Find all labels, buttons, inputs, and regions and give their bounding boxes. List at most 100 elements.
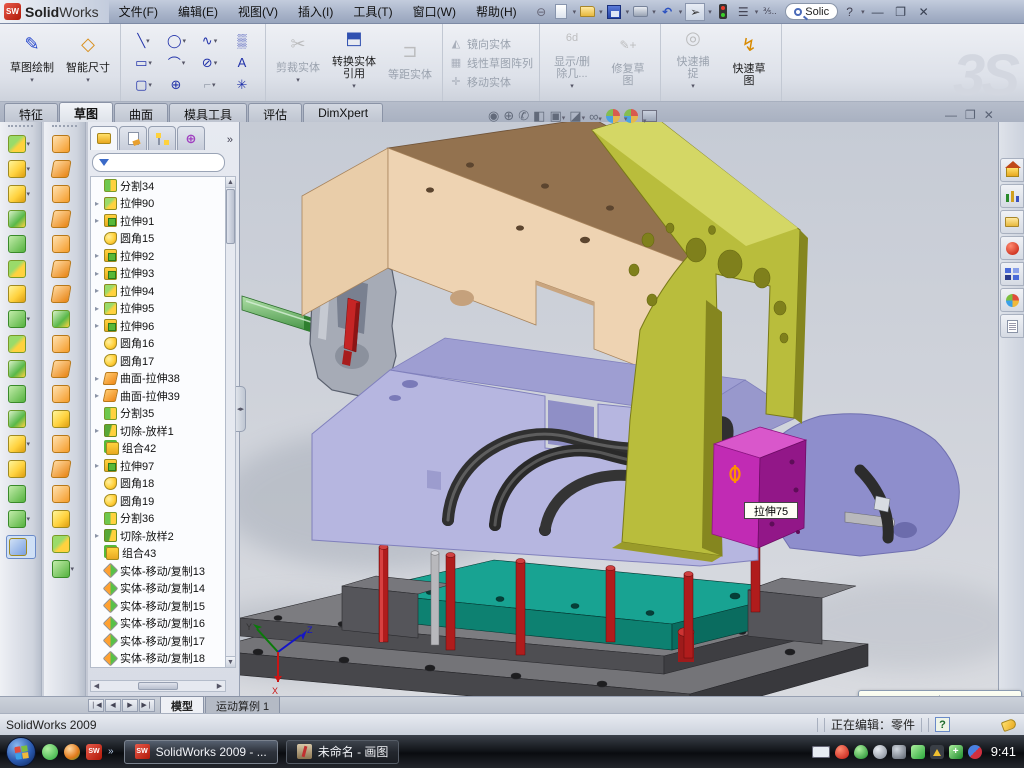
task-button[interactable]: 未命名 - 画图 [286, 740, 400, 764]
featuremanager-tab[interactable] [90, 126, 118, 150]
expand-arrow-icon[interactable]: ▸ [93, 251, 101, 260]
tree-item[interactable]: 实体-移动/复制16 [91, 615, 225, 633]
slider-block-magenta[interactable] [712, 427, 806, 548]
tree-item[interactable]: ▸ 拉伸92 [91, 247, 225, 265]
tree-item[interactable]: 组合42 [91, 440, 225, 458]
close-button[interactable]: ✕ [914, 5, 934, 19]
tree-item[interactable]: 圆角16 [91, 335, 225, 353]
quick-snaps-button[interactable]: ◎ 快速捕 捉▾ [667, 32, 719, 93]
sketch-entity-icon[interactable]: ✳ [226, 74, 259, 96]
command-tab[interactable]: 草图 [59, 102, 113, 122]
quick-launch-icon[interactable] [42, 744, 58, 760]
instant3d-icon[interactable] [6, 535, 36, 559]
expand-arrow-icon[interactable]: ▸ [93, 531, 101, 540]
panel-splitter-handle[interactable]: ◂▸ [236, 386, 246, 432]
surface-tool-icon[interactable] [52, 410, 78, 428]
surface-tool-icon[interactable] [52, 485, 78, 503]
tree-item[interactable]: ▸ 切除-放样2 [91, 527, 225, 545]
command-tab[interactable]: DimXpert [303, 103, 383, 122]
sketch-button[interactable]: ✎ 草图绘制▾ [6, 38, 58, 87]
expand-arrow-icon[interactable]: ▸ [93, 374, 101, 383]
tree-item[interactable]: ▸ 曲面-拉伸39 [91, 387, 225, 405]
surface-tool-icon[interactable] [52, 535, 78, 553]
feature-tool-icon[interactable]: ▾ [8, 185, 34, 203]
surface-tool-icon[interactable] [52, 135, 78, 153]
start-button[interactable] [6, 737, 36, 767]
tray-icon[interactable] [968, 745, 982, 759]
tree-item[interactable]: ▸ 曲面-拉伸38 [91, 370, 225, 388]
sketch-entity-icon[interactable]: ▭▾ [127, 52, 160, 74]
surface-tool-icon[interactable] [52, 385, 78, 403]
sketch-entity-icon[interactable]: ⌒▾ [160, 52, 193, 74]
hud-icon[interactable]: ◧ [533, 108, 545, 124]
tree-item[interactable]: 分割35 [91, 405, 225, 423]
undo-icon[interactable]: ↶ [659, 3, 676, 20]
menu-item[interactable]: 插入(I) [288, 0, 343, 23]
tab-nav-button[interactable]: ◀ [105, 699, 121, 712]
task-pane-tab[interactable] [1000, 236, 1024, 260]
restore-button[interactable]: ❐ [891, 5, 911, 19]
expand-arrow-icon[interactable]: ▸ [93, 461, 101, 470]
tab-nav-button[interactable]: ❘◀ [88, 699, 104, 712]
configurationmanager-tab[interactable] [148, 126, 176, 150]
tree-item[interactable]: 实体-移动/复制15 [91, 597, 225, 615]
search-box[interactable]: Solic [785, 3, 838, 20]
model-tab[interactable]: 模型 [160, 696, 204, 715]
feature-tool-icon[interactable] [8, 360, 34, 378]
surface-tool-icon[interactable] [52, 160, 78, 178]
sketch-entity-icon[interactable]: A [226, 52, 259, 74]
feature-tool-icon[interactable] [8, 385, 34, 403]
options-icon[interactable]: ☰ [735, 3, 752, 20]
expand-arrow-icon[interactable]: ▸ [93, 286, 101, 295]
menu-item[interactable]: 窗口(W) [403, 0, 466, 23]
search-input[interactable]: Solic [805, 6, 829, 18]
feature-tool-icon[interactable]: ▾ [8, 510, 34, 528]
task-pane-tab[interactable] [1000, 262, 1024, 286]
help-icon[interactable]: ? [841, 3, 858, 20]
scroll-thumb[interactable] [138, 682, 178, 690]
scroll-down-icon[interactable]: ▼ [226, 656, 235, 667]
command-tab[interactable]: 曲面 [114, 103, 168, 122]
tree-item[interactable]: ▸ 拉伸95 [91, 300, 225, 318]
sketch-entity-icon[interactable]: ▒ [226, 30, 259, 52]
offset-entities-button[interactable]: ⊐ 等距实体 [384, 45, 436, 81]
feature-tool-icon[interactable]: ▾ [8, 135, 34, 153]
surface-tool-icon[interactable] [52, 260, 78, 278]
expand-arrow-icon[interactable]: ▸ [93, 321, 101, 330]
surface-tool-icon[interactable] [52, 435, 78, 453]
toolbar-row-button[interactable]: ▦线性草图阵列 [449, 55, 533, 71]
task-pane-tab[interactable] [1000, 184, 1024, 208]
rebuild-icon[interactable] [719, 4, 727, 19]
surface-tool-icon[interactable] [52, 285, 78, 303]
tree-item[interactable]: 圆角17 [91, 352, 225, 370]
expand-arrow-icon[interactable]: ▸ [93, 426, 101, 435]
tree-item[interactable]: ▸ 拉伸90 [91, 195, 225, 213]
rapid-sketch-button[interactable]: ↯ 快速草 图 [723, 39, 775, 87]
tree-item[interactable]: ▸ 拉伸91 [91, 212, 225, 230]
menu-item[interactable]: 帮助(H) [466, 0, 527, 23]
scroll-thumb[interactable] [226, 189, 235, 244]
dimxpertmanager-tab[interactable]: ⊕ [177, 126, 205, 150]
feature-tool-icon[interactable] [8, 460, 34, 478]
hud-icon[interactable]: ∞▾ [589, 109, 602, 124]
tree-item[interactable]: 圆角15 [91, 230, 225, 248]
task-pane-tab[interactable] [1000, 158, 1024, 182]
tree-item[interactable]: 实体-移动/复制18 [91, 650, 225, 668]
menu-item[interactable]: 文件(F) [109, 0, 168, 23]
doc-restore-button[interactable]: ❐ [965, 108, 976, 122]
pin-icon[interactable]: ⊖ [533, 3, 550, 20]
quick-launch-icon[interactable]: SW [86, 744, 102, 760]
tree-item[interactable]: ▸ 拉伸97 [91, 457, 225, 475]
select-cursor-icon[interactable]: ➢ [685, 3, 705, 21]
display-delete-relations-button[interactable]: 6d 显示/删 除几...▾ [546, 32, 598, 93]
tray-icon[interactable] [930, 745, 944, 759]
tray-icon[interactable] [892, 745, 906, 759]
hud-icon[interactable]: ▾ [642, 110, 657, 122]
tree-item[interactable]: 圆角19 [91, 492, 225, 510]
surface-tool-icon[interactable] [52, 335, 78, 353]
surface-tool-icon[interactable] [52, 235, 78, 253]
new-file-icon[interactable] [555, 4, 567, 19]
hud-icon[interactable]: ⊕ [503, 108, 514, 124]
toolbar-row-button[interactable]: ◭镜向实体 [449, 36, 533, 52]
doc-close-button[interactable]: ✕ [984, 108, 994, 122]
